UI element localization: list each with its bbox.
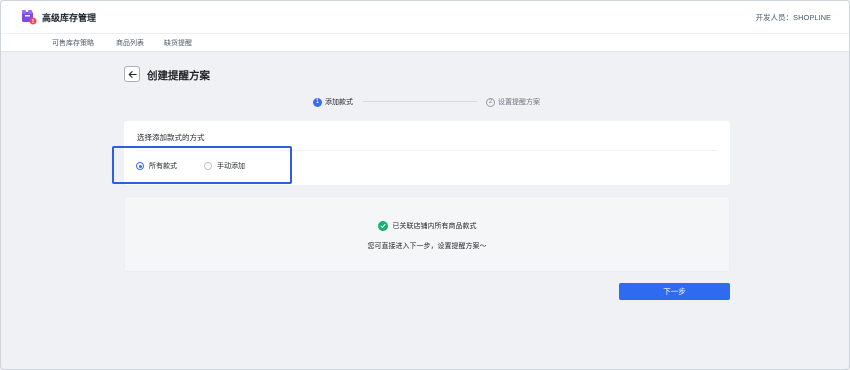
radio-label: 手动添加 bbox=[217, 163, 245, 170]
radio-label: 所有款式 bbox=[149, 163, 177, 170]
step-set-alert-plan: 2 设置提醒方案 bbox=[486, 97, 540, 107]
status-text: 已关联店铺内所有商品款式 bbox=[392, 223, 477, 230]
app-title: 高级库存管理 bbox=[42, 13, 97, 23]
info-panel: 已关联店铺内所有商品款式 您可直接进入下一步，设置提醒方案～ bbox=[124, 196, 730, 272]
tab-product-list[interactable]: 商品列表 bbox=[116, 38, 144, 48]
card-title: 选择添加款式的方式 bbox=[137, 133, 205, 142]
hint-text: 您可直接进入下一步，设置提醒方案～ bbox=[367, 243, 487, 250]
app-window: 高级库存管理 开发人员：SHOPLINE 可售库存策略 商品列表 缺货提醒 创建… bbox=[0, 0, 850, 370]
back-button[interactable] bbox=[124, 66, 140, 82]
step-add-styles: 1 添加款式 bbox=[313, 97, 353, 107]
inventory-box-icon bbox=[22, 10, 37, 25]
status-message: 已关联店铺内所有商品款式 bbox=[125, 221, 729, 231]
tab-sellable-inventory-strategy[interactable]: 可售库存策略 bbox=[52, 38, 94, 48]
developer-label: 开发人员：SHOPLINE bbox=[755, 13, 831, 22]
arrow-left-icon bbox=[128, 70, 137, 78]
step-number: 1 bbox=[313, 97, 322, 107]
next-step-button[interactable]: 下一步 bbox=[619, 283, 730, 300]
radio-manual-add[interactable]: 手动添加 bbox=[204, 161, 245, 171]
page-title: 创建提醒方案 bbox=[147, 70, 210, 82]
step-label: 添加款式 bbox=[325, 99, 353, 106]
tab-out-of-stock-alert[interactable]: 缺货提醒 bbox=[164, 38, 192, 48]
radio-all-styles[interactable]: 所有款式 bbox=[136, 161, 177, 171]
radio-button-checked[interactable] bbox=[136, 162, 144, 170]
sub-navigation: 可售库存策略 商品列表 缺货提醒 bbox=[1, 34, 849, 52]
step-label: 设置提醒方案 bbox=[498, 99, 540, 106]
divider bbox=[137, 150, 717, 151]
app-header: 高级库存管理 开发人员：SHOPLINE bbox=[1, 1, 849, 34]
add-method-card: 选择添加款式的方式 所有款式 手动添加 bbox=[124, 121, 730, 185]
check-circle-icon bbox=[377, 221, 388, 231]
step-connector bbox=[363, 101, 477, 102]
step-number: 2 bbox=[486, 97, 495, 107]
radio-button[interactable] bbox=[204, 162, 212, 170]
